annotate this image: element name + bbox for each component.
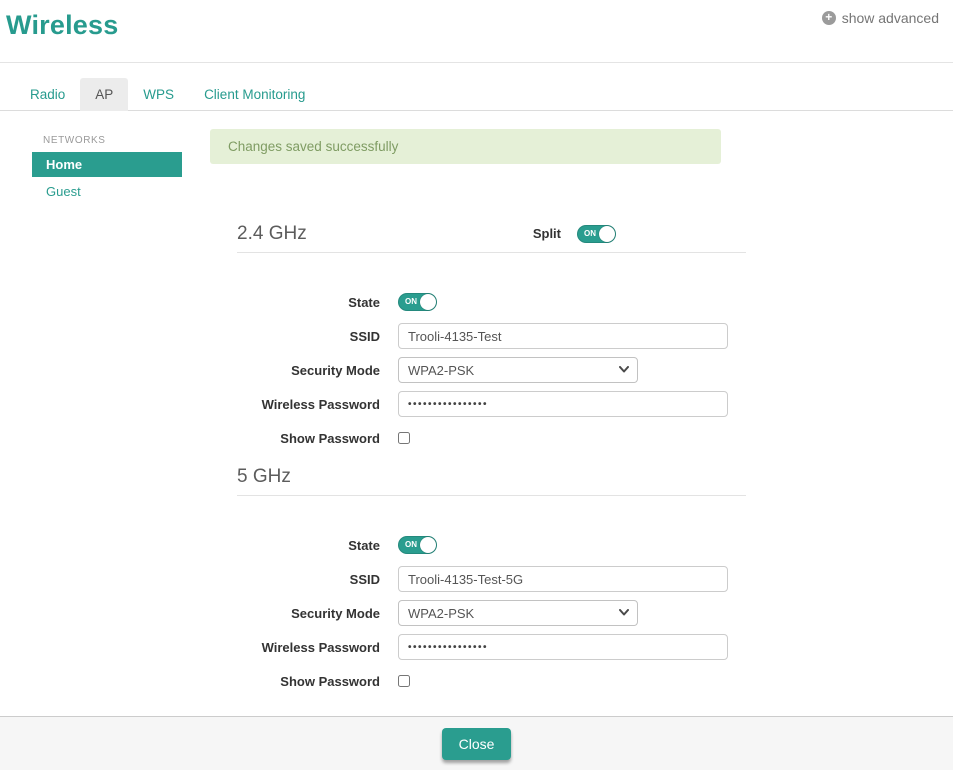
state-label: State <box>237 295 380 310</box>
band-form: State ON SSID Security Mode WPA2-PSK Wir… <box>237 253 746 451</box>
band-title-2_4ghz: 2.4 GHz <box>237 223 307 245</box>
close-button[interactable]: Close <box>442 728 512 760</box>
toggle-knob <box>420 537 436 553</box>
security-mode-select-wrap: WPA2-PSK <box>398 600 638 626</box>
band-section-2_4ghz: 2.4 GHz Split ON State ON SSID Security … <box>237 215 746 459</box>
toggle-on-label: ON <box>405 298 417 306</box>
wireless-password-input-5ghz[interactable] <box>398 634 728 660</box>
tab-radio[interactable]: Radio <box>15 78 80 111</box>
show-password-label: Show Password <box>237 431 380 446</box>
wireless-password-row: Wireless Password <box>237 391 746 417</box>
security-mode-row: Security Mode WPA2-PSK <box>237 600 746 626</box>
security-mode-label: Security Mode <box>237 363 380 378</box>
split-toggle[interactable]: ON <box>577 225 616 243</box>
show-password-checkbox-5ghz[interactable] <box>398 675 410 687</box>
tab-client-monitoring[interactable]: Client Monitoring <box>189 78 320 111</box>
page-title: Wireless <box>6 10 118 41</box>
tab-wps[interactable]: WPS <box>128 78 189 111</box>
toggle-knob <box>599 226 615 242</box>
sidebar-item-guest[interactable]: Guest <box>46 181 81 201</box>
ssid-label: SSID <box>237 572 380 587</box>
show-password-row: Show Password <box>237 425 746 451</box>
state-row: State ON <box>237 289 746 315</box>
sidebar-heading: NETWORKS <box>43 135 106 146</box>
success-alert: Changes saved successfully <box>210 129 721 164</box>
ssid-input-2_4ghz[interactable] <box>398 323 728 349</box>
security-mode-select-wrap: WPA2-PSK <box>398 357 638 383</box>
show-advanced-button[interactable]: + show advanced <box>822 10 939 26</box>
wireless-password-input-2_4ghz[interactable] <box>398 391 728 417</box>
state-row: State ON <box>237 532 746 558</box>
band-header: 5 GHz <box>237 458 746 496</box>
split-group: Split ON <box>533 225 616 243</box>
band-section-5ghz: 5 GHz State ON SSID Security Mode WPA2-P… <box>237 458 746 702</box>
plus-icon: + <box>822 11 836 25</box>
security-mode-select-5ghz[interactable]: WPA2-PSK <box>398 600 638 626</box>
ssid-row: SSID <box>237 323 746 349</box>
sidebar-item-home[interactable]: Home <box>32 152 182 177</box>
security-mode-select-2_4ghz[interactable]: WPA2-PSK <box>398 357 638 383</box>
security-mode-row: Security Mode WPA2-PSK <box>237 357 746 383</box>
header-divider <box>0 62 953 63</box>
footer-bar: Close <box>0 716 953 770</box>
state-toggle-2_4ghz[interactable]: ON <box>398 293 437 311</box>
band-title-5ghz: 5 GHz <box>237 466 291 488</box>
show-password-checkbox-2_4ghz[interactable] <box>398 432 410 444</box>
wireless-password-label: Wireless Password <box>237 640 380 655</box>
success-alert-text: Changes saved successfully <box>228 139 398 154</box>
sidebar-item-label: Home <box>46 157 82 172</box>
state-label: State <box>237 538 380 553</box>
band-form: State ON SSID Security Mode WPA2-PSK Wir… <box>237 496 746 694</box>
wireless-password-row: Wireless Password <box>237 634 746 660</box>
state-toggle-5ghz[interactable]: ON <box>398 536 437 554</box>
show-password-label: Show Password <box>237 674 380 689</box>
tab-bar: Radio AP WPS Client Monitoring <box>0 78 953 111</box>
ssid-row: SSID <box>237 566 746 592</box>
toggle-knob <box>420 294 436 310</box>
ssid-input-5ghz[interactable] <box>398 566 728 592</box>
show-password-row: Show Password <box>237 668 746 694</box>
ssid-label: SSID <box>237 329 380 344</box>
wireless-password-label: Wireless Password <box>237 397 380 412</box>
sidebar-item-label: Guest <box>46 184 81 199</box>
toggle-on-label: ON <box>405 541 417 549</box>
show-advanced-label: show advanced <box>842 10 939 26</box>
split-label: Split <box>533 226 561 241</box>
tab-ap[interactable]: AP <box>80 78 128 111</box>
security-mode-label: Security Mode <box>237 606 380 621</box>
band-header: 2.4 GHz Split ON <box>237 215 746 253</box>
toggle-on-label: ON <box>584 230 596 238</box>
